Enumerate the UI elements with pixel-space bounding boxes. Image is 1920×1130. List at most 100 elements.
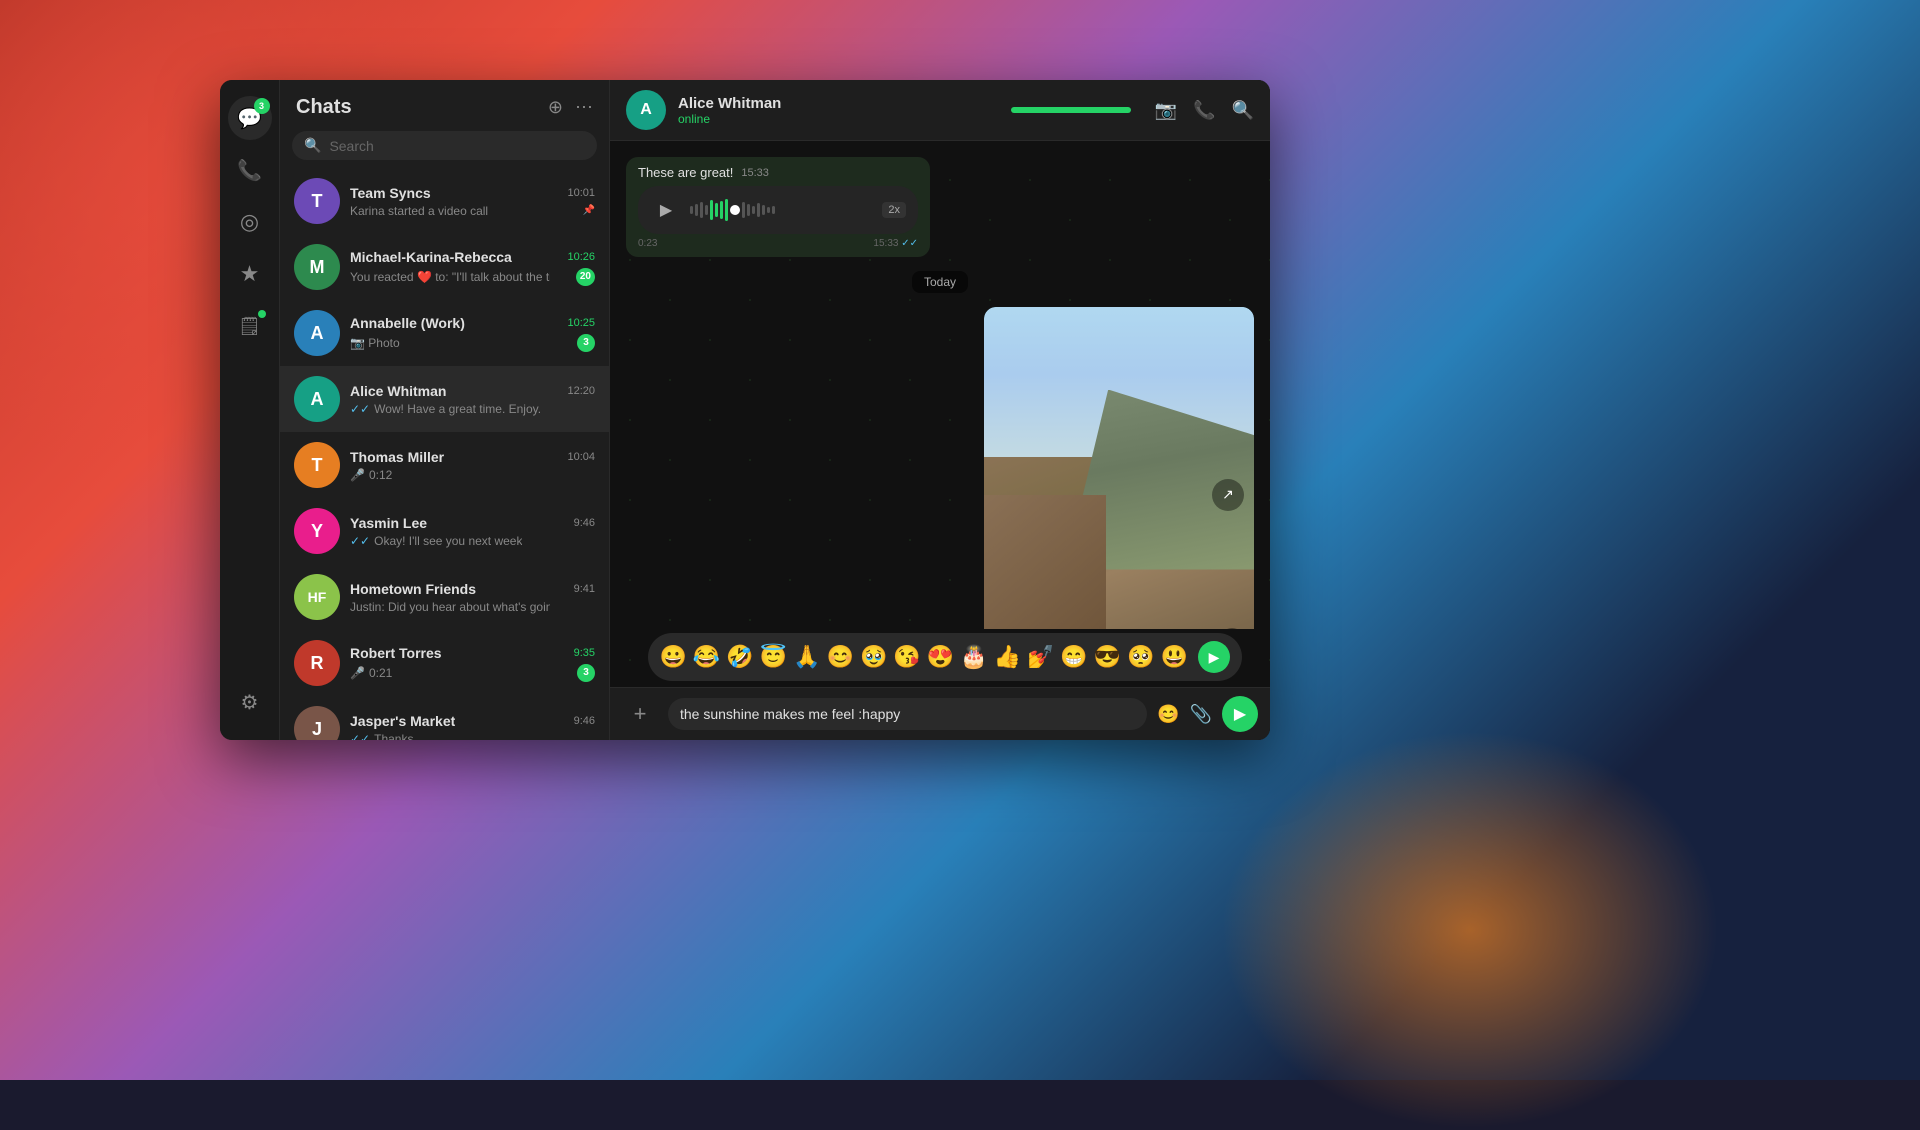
send-arrow-icon: ▶ <box>1209 649 1220 666</box>
chat-item-robert-torres[interactable]: R Robert Torres 9:35 🎤 0:21 3 <box>280 630 609 696</box>
waveform-bar <box>695 204 698 216</box>
voice-message: These are great! 15:33 ▶ <box>626 157 930 257</box>
emoji-cool[interactable]: 😎 <box>1094 644 1121 670</box>
chat-time: 10:01 <box>567 187 595 199</box>
emoji-grin[interactable]: 😀 <box>660 644 687 670</box>
search-input[interactable] <box>329 138 585 154</box>
chat-info-team-syncs: Team Syncs 10:01 Karina started a video … <box>350 185 595 218</box>
waveform-bar <box>720 201 723 219</box>
rock-left <box>984 495 1106 630</box>
sidebar-item-starred[interactable]: ★ <box>228 252 272 296</box>
voice-player: ▶ <box>638 186 918 234</box>
chat-preview: ✓✓ Okay! I'll see you next week <box>350 534 522 548</box>
emoji-angel[interactable]: 😇 <box>760 644 787 670</box>
emoji-holding-back[interactable]: 🥹 <box>860 644 887 670</box>
chat-name: Alice Whitman <box>350 383 446 399</box>
emoji-smile[interactable]: 😊 <box>827 644 854 670</box>
chat-header-name: Alice Whitman <box>678 95 999 112</box>
forward-button[interactable]: ↗ <box>1212 479 1244 511</box>
date-divider: Today <box>626 273 1254 291</box>
calls-icon: 📞 <box>237 158 262 183</box>
chat-preview: 📷 Photo <box>350 336 400 350</box>
emoji-keyboard-icon[interactable]: 😊 <box>1157 704 1179 725</box>
chat-item-jaspers-market[interactable]: J Jasper's Market 9:46 ✓✓ Thanks <box>280 696 609 740</box>
voice-call-icon[interactable]: 📞 <box>1193 100 1215 121</box>
chat-header-avatar[interactable]: A <box>626 90 666 130</box>
chat-preview: Justin: Did you hear about what's going … <box>350 600 550 614</box>
video-call-icon[interactable]: 📷 <box>1155 100 1177 121</box>
new-chat-icon[interactable]: ⊕ <box>548 97 563 118</box>
avatar-team-syncs: T <box>294 178 340 224</box>
chat-item-hometown-friends[interactable]: HF Hometown Friends 9:41 Justin: Did you… <box>280 564 609 630</box>
waveform-bar <box>757 203 760 217</box>
chat-list: T Team Syncs 10:01 Karina started a vide… <box>280 168 609 740</box>
sidebar-item-calls[interactable]: 📞 <box>228 148 272 192</box>
avatar-jaspers-market: J <box>294 706 340 740</box>
emoji-pray[interactable]: 🙏 <box>793 644 820 670</box>
sidebar-item-settings[interactable]: ⚙ <box>228 680 272 724</box>
message-input[interactable] <box>668 698 1147 730</box>
chat-time: 9:35 <box>574 647 595 659</box>
chat-info-robert-torres: Robert Torres 9:35 🎤 0:21 3 <box>350 645 595 682</box>
menu-icon[interactable]: ⋯ <box>575 97 593 118</box>
chat-area: A Alice Whitman online 📷 📞 🔍 These are g… <box>610 80 1270 740</box>
starred-icon: ★ <box>240 261 260 287</box>
avatar-thomas-miller: T <box>294 442 340 488</box>
chat-item-alice-whitman[interactable]: A Alice Whitman 12:20 ✓✓ Wow! Have a gre… <box>280 366 609 432</box>
photo-image[interactable] <box>984 307 1254 629</box>
chat-time: 10:25 <box>567 317 595 329</box>
waveform-bar <box>742 202 745 218</box>
chat-info-yasmin-lee: Yasmin Lee 9:46 ✓✓ Okay! I'll see you ne… <box>350 515 595 548</box>
chat-header: A Alice Whitman online 📷 📞 🔍 <box>610 80 1270 141</box>
emoji-send-button[interactable]: ▶ <box>1198 641 1230 673</box>
sidebar-item-chats[interactable]: 💬 3 <box>228 96 272 140</box>
chat-time: 10:04 <box>567 451 595 463</box>
chat-item-michael-karina[interactable]: M Michael-Karina-Rebecca 10:26 You react… <box>280 234 609 300</box>
waveform-bar <box>762 205 765 215</box>
chats-badge: 3 <box>254 98 270 114</box>
chat-item-thomas-miller[interactable]: T Thomas Miller 10:04 🎤 0:12 <box>280 432 609 498</box>
chat-header-info: Alice Whitman online <box>678 95 999 126</box>
chat-name: Michael-Karina-Rebecca <box>350 249 512 265</box>
play-button[interactable]: ▶ <box>650 194 682 226</box>
emoji-thumbsup[interactable]: 👍 <box>994 644 1021 670</box>
emoji-rofl[interactable]: 🤣 <box>726 644 753 670</box>
emoji-kiss[interactable]: 😘 <box>893 644 920 670</box>
waveform-bar <box>690 206 693 214</box>
settings-icon: ⚙ <box>241 690 259 715</box>
search-chat-icon[interactable]: 🔍 <box>1232 100 1254 121</box>
waveform-bar <box>747 204 750 216</box>
chat-preview: ✓✓ Wow! Have a great time. Enjoy. <box>350 402 541 416</box>
emoji-nails[interactable]: 💅 <box>1027 644 1054 670</box>
sidebar-item-status[interactable]: ◎ <box>228 200 272 244</box>
chat-time: 9:41 <box>574 583 595 595</box>
sidebar-item-archived[interactable]: 🗒 <box>228 304 272 348</box>
clip-icon[interactable]: 📎 <box>1190 704 1212 725</box>
chat-item-team-syncs[interactable]: T Team Syncs 10:01 Karina started a vide… <box>280 168 609 234</box>
unread-badge: 3 <box>577 334 595 352</box>
speed-badge[interactable]: 2x <box>882 202 906 218</box>
chat-time: 9:46 <box>574 715 595 727</box>
chat-preview: 🎤 0:21 <box>350 666 392 680</box>
emoji-beaming[interactable]: 😃 <box>1161 644 1188 670</box>
waveform-bar <box>752 206 755 214</box>
status-icon: ◎ <box>240 209 259 235</box>
send-button[interactable]: ▶ <box>1222 696 1258 732</box>
chat-item-yasmin-lee[interactable]: Y Yasmin Lee 9:46 ✓✓ Okay! I'll see you … <box>280 498 609 564</box>
emoji-cake[interactable]: 🎂 <box>960 644 987 670</box>
chat-item-annabelle[interactable]: A Annabelle (Work) 10:25 📷 Photo 3 <box>280 300 609 366</box>
message-text: These are great! <box>638 165 733 180</box>
waveform-bar <box>710 200 713 220</box>
chat-input-area: + 😊 📎 ▶ <box>610 687 1270 740</box>
chat-name: Annabelle (Work) <box>350 315 465 331</box>
chat-header-status: online <box>678 112 999 126</box>
emoji-heart-eyes[interactable]: 😍 <box>927 644 954 670</box>
chat-info-thomas-miller: Thomas Miller 10:04 🎤 0:12 <box>350 449 595 482</box>
add-attachment-button[interactable]: + <box>622 696 658 732</box>
emoji-picker: 😀 😂 🤣 😇 🙏 😊 🥹 😘 😍 🎂 👍 💅 😁 😎 🥺 😃 ▶ <box>648 633 1243 681</box>
emoji-grin2[interactable]: 😁 <box>1060 644 1087 670</box>
chat-name: Yasmin Lee <box>350 515 427 531</box>
emoji-laugh[interactable]: 😂 <box>693 644 720 670</box>
chat-preview: ✓✓ Thanks <box>350 732 413 741</box>
emoji-pleading[interactable]: 🥺 <box>1127 644 1154 670</box>
